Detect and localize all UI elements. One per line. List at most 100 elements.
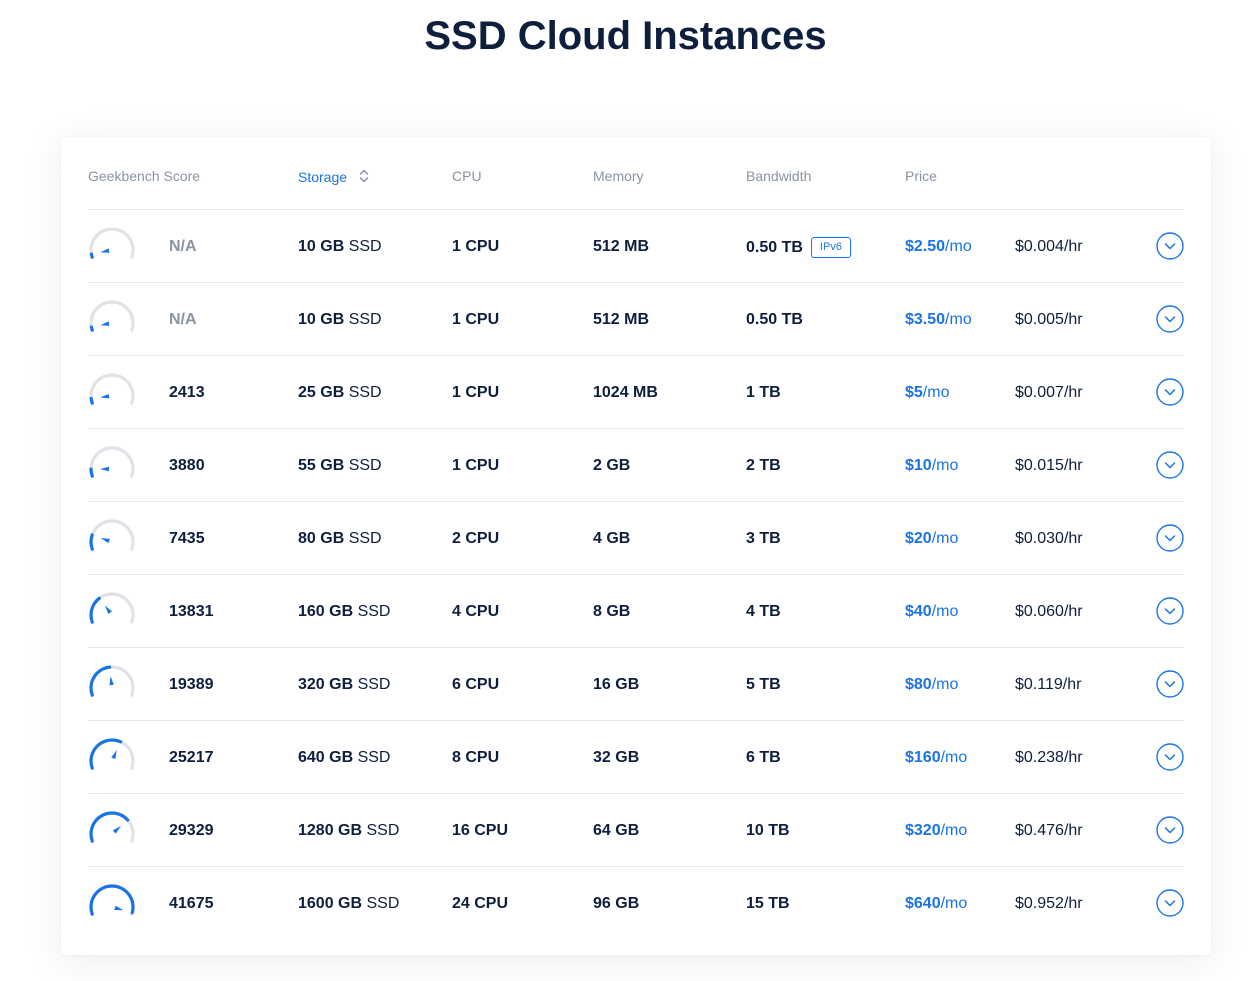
table-row[interactable]: 29329 1280 GB SSD 16 CPU 64 GB 10 TB $32… [88, 794, 1184, 867]
storage-size: 10 GB [298, 238, 345, 255]
table-row[interactable]: N/A 10 GB SSD 1 CPU 512 MB 0.50 TB IPv6 $… [88, 210, 1184, 283]
chevron-down-circle-icon[interactable] [1156, 670, 1184, 698]
monthly-price: $40/mo [905, 602, 958, 621]
column-header-price[interactable]: Price [905, 168, 937, 184]
chevron-down-circle-icon[interactable] [1156, 816, 1184, 844]
chevron-down-circle-icon[interactable] [1156, 597, 1184, 625]
memory-value: 2 GB [593, 456, 630, 475]
speedometer-icon [89, 227, 135, 259]
memory-value: 64 GB [593, 821, 639, 840]
geekbench-score: 13831 [169, 603, 214, 620]
storage-type: SSD [362, 895, 400, 912]
table-row[interactable]: 3880 55 GB SSD 1 CPU 2 GB 2 TB $10/mo $0… [88, 429, 1184, 502]
table-row[interactable]: 19389 320 GB SSD 6 CPU 16 GB 5 TB $80/mo… [88, 648, 1184, 721]
hourly-price: $0.952/hr [1015, 895, 1083, 912]
cpu-value: 16 CPU [452, 821, 508, 840]
memory-size: 32 GB [593, 749, 640, 766]
monthly-price-amount: $80 [905, 676, 932, 693]
chevron-down-circle-icon[interactable] [1156, 378, 1184, 406]
monthly-price: $160/mo [905, 748, 967, 767]
memory-value: 96 GB [593, 894, 639, 913]
chevron-down-circle-icon[interactable] [1156, 451, 1184, 479]
memory-value: 16 GB [593, 675, 639, 694]
bandwidth-amount: 0.50 TB [746, 239, 803, 256]
memory-size: 1024 MB [593, 384, 658, 401]
storage-value: 25 GB SSD [298, 383, 382, 402]
column-header-geekbench[interactable]: Geekbench Score [88, 168, 200, 184]
monthly-price-unit: /mo [931, 676, 959, 693]
table-row[interactable]: 2413 25 GB SSD 1 CPU 1024 MB 1 TB $5/mo … [88, 356, 1184, 429]
table-row[interactable]: 41675 1600 GB SSD 24 CPU 96 GB 15 TB $64… [88, 867, 1184, 939]
storage-size: 1600 GB [298, 895, 363, 912]
cpu-count: 1 CPU [452, 457, 500, 474]
column-header-bandwidth[interactable]: Bandwidth [746, 168, 811, 184]
table-body: N/A 10 GB SSD 1 CPU 512 MB 0.50 TB IPv6 $… [88, 210, 1184, 939]
chevron-down-circle-icon[interactable] [1156, 232, 1184, 260]
bandwidth-amount: 0.50 TB [746, 311, 803, 328]
storage-value: 1600 GB SSD [298, 894, 399, 913]
monthly-price-unit: /mo [945, 238, 972, 255]
monthly-price-amount: $3.50 [905, 311, 946, 328]
geekbench-score: N/A [169, 311, 197, 328]
memory-size: 64 GB [593, 822, 640, 839]
speedometer-icon [89, 811, 135, 843]
monthly-price-amount: $20 [905, 530, 932, 547]
geekbench-score: 19389 [169, 676, 214, 693]
hourly-price: $0.007/hr [1015, 384, 1083, 401]
table-row[interactable]: 25217 640 GB SSD 8 CPU 32 GB 6 TB $160/m… [88, 721, 1184, 794]
bandwidth-value: 15 TB [746, 894, 790, 913]
column-header-storage-label: Storage [298, 169, 348, 185]
monthly-price: $5/mo [905, 383, 949, 402]
bandwidth-value: 6 TB [746, 748, 781, 767]
memory-size: 96 GB [593, 895, 640, 912]
monthly-price-unit: /mo [940, 895, 968, 912]
storage-type: SSD [344, 238, 382, 255]
memory-size: 16 GB [593, 676, 640, 693]
bandwidth-value: 10 TB [746, 821, 790, 840]
geekbench-score: 41675 [169, 895, 214, 912]
bandwidth-value: 4 TB [746, 602, 781, 621]
chevron-down-circle-icon[interactable] [1156, 524, 1184, 552]
chevron-down-circle-icon[interactable] [1156, 305, 1184, 333]
storage-value: 640 GB SSD [298, 748, 390, 767]
cpu-count: 24 CPU [452, 895, 509, 912]
monthly-price-amount: $160 [905, 749, 941, 766]
bandwidth-amount: 4 TB [746, 603, 781, 620]
column-header-memory[interactable]: Memory [593, 168, 644, 184]
table-row[interactable]: 13831 160 GB SSD 4 CPU 8 GB 4 TB $40/mo … [88, 575, 1184, 648]
storage-type: SSD [353, 603, 391, 620]
storage-type: SSD [362, 822, 400, 839]
storage-value: 80 GB SSD [298, 529, 382, 548]
table-row[interactable]: 7435 80 GB SSD 2 CPU 4 GB 3 TB $20/mo $0… [88, 502, 1184, 575]
hourly-price: $0.060/hr [1015, 603, 1083, 620]
table-row[interactable]: N/A 10 GB SSD 1 CPU 512 MB 0.50 TB $3.50… [88, 283, 1184, 356]
storage-value: 160 GB SSD [298, 602, 390, 621]
speedometer-icon [89, 738, 135, 770]
bandwidth-value: 0.50 TB [746, 310, 803, 329]
sort-updown-icon[interactable] [359, 168, 369, 187]
column-header-cpu[interactable]: CPU [452, 168, 482, 184]
monthly-price: $10/mo [905, 456, 958, 475]
chevron-down-circle-icon[interactable] [1156, 889, 1184, 917]
bandwidth-value: 3 TB [746, 529, 781, 548]
cpu-value: 8 CPU [452, 748, 499, 767]
hourly-price: $0.015/hr [1015, 457, 1083, 474]
cpu-value: 1 CPU [452, 310, 499, 329]
storage-type: SSD [344, 530, 382, 547]
speedometer-icon [89, 665, 135, 697]
storage-type: SSD [353, 749, 391, 766]
cpu-count: 6 CPU [452, 676, 500, 693]
bandwidth-amount: 6 TB [746, 749, 781, 766]
cpu-value: 1 CPU [452, 456, 499, 475]
bandwidth-value: 0.50 TB IPv6 [746, 237, 851, 258]
column-header-storage[interactable]: Storage [298, 168, 369, 187]
memory-size: 2 GB [593, 457, 631, 474]
monthly-price-amount: $2.50 [905, 238, 946, 255]
storage-value: 10 GB SSD [298, 310, 382, 329]
chevron-down-circle-icon[interactable] [1156, 743, 1184, 771]
monthly-price-unit: /mo [945, 311, 972, 328]
bandwidth-value: 1 TB [746, 383, 781, 402]
hourly-price: $0.030/hr [1015, 530, 1083, 547]
monthly-price: $80/mo [905, 675, 958, 694]
hourly-price: $0.476/hr [1015, 822, 1083, 839]
